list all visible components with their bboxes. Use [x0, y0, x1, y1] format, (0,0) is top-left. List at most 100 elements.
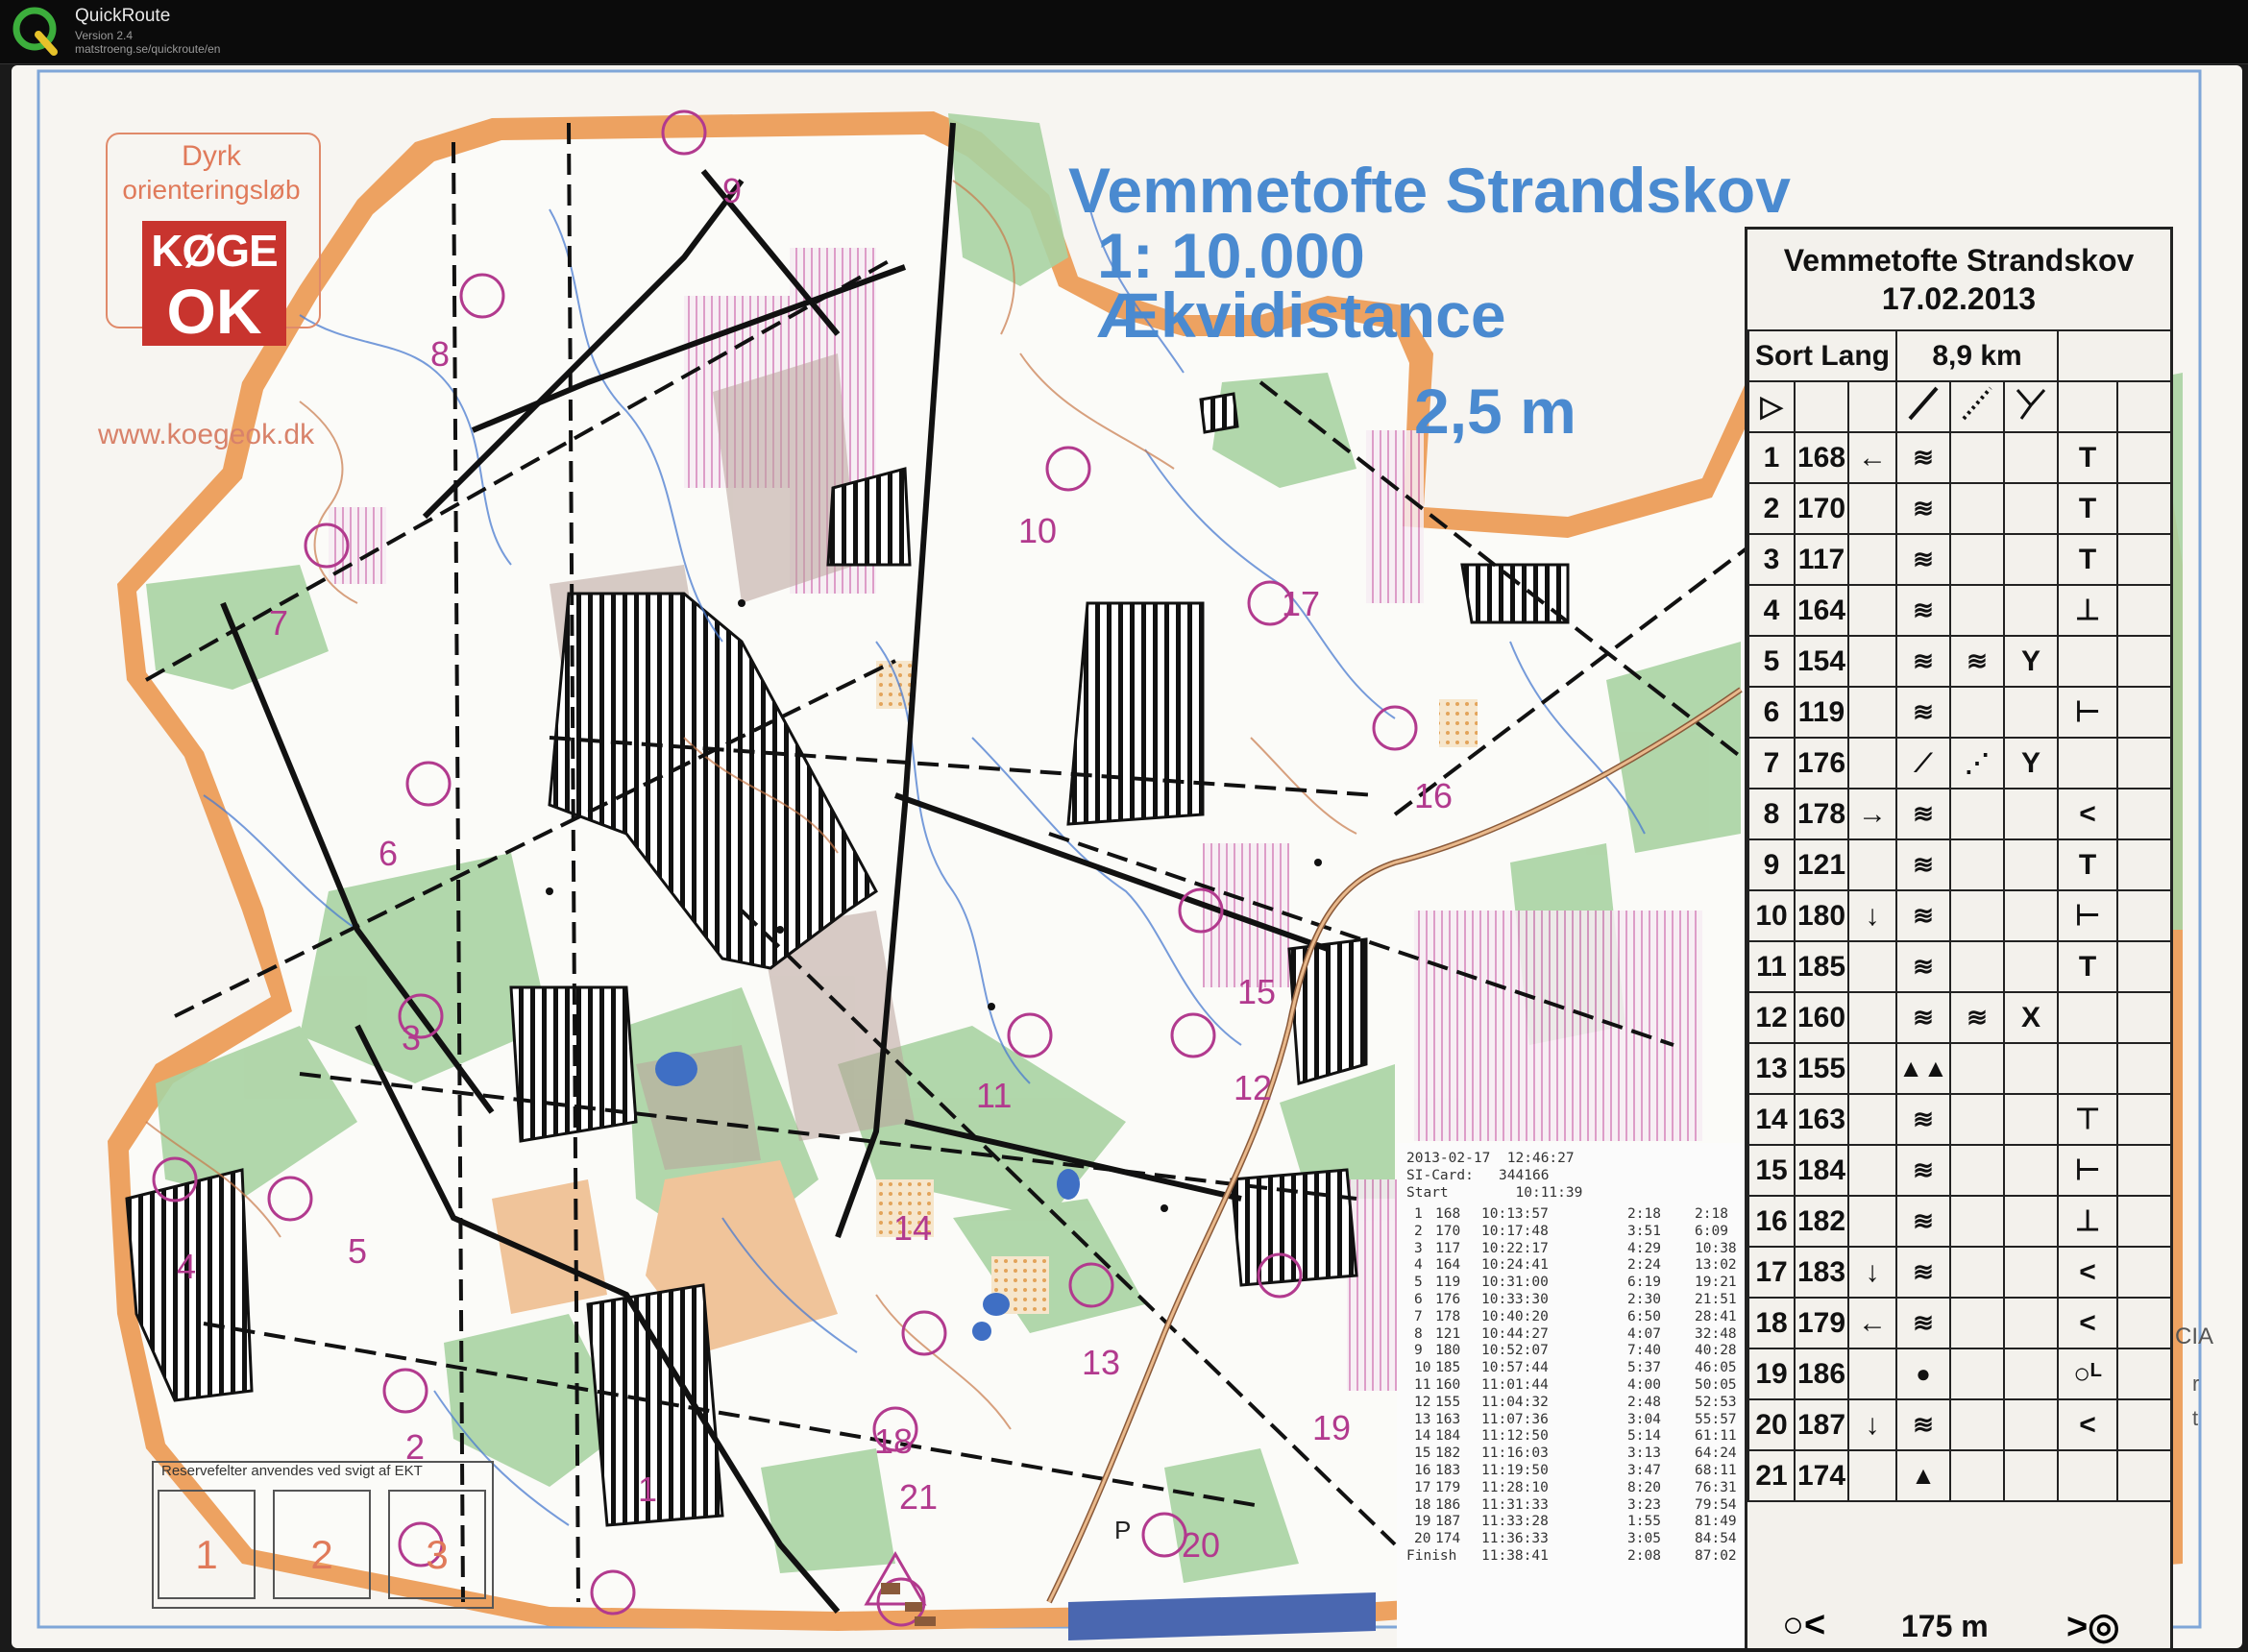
splits-row-number: 14	[1414, 1428, 1431, 1445]
splits-row-total: 10:38	[1695, 1240, 1737, 1256]
desc-control-code: 176	[1794, 737, 1849, 790]
desc-control-appearance: ⋰	[1949, 737, 2006, 790]
desc-control-row: 19 186 ● ○ᴸ	[1747, 1348, 2173, 1400]
desc-control-location: ○ᴸ	[2057, 1348, 2119, 1400]
desc-control-other	[2116, 482, 2173, 535]
splits-row-number: 18	[1414, 1496, 1431, 1513]
desc-start-cell	[1794, 380, 1849, 433]
splits-row-number: 11	[1414, 1377, 1431, 1393]
map-control-number: 7	[269, 603, 289, 643]
desc-start-junction-icon	[2003, 380, 2060, 433]
desc-control-number: 4	[1747, 584, 1796, 637]
desc-control-number: 1	[1747, 431, 1796, 484]
desc-control-appearance	[1949, 482, 2006, 535]
splits-row-total: 28:41	[1695, 1308, 1737, 1324]
splits-row-split: 6:50	[1627, 1308, 1661, 1324]
splits-row-split: 2:18	[1627, 1206, 1661, 1222]
splits-row: 13 163 11:07:36 3:04 55:57	[1406, 1412, 1743, 1429]
splits-row-number: 13	[1414, 1411, 1431, 1427]
desc-control-number: 10	[1747, 889, 1796, 942]
app-name: QuickRoute	[75, 6, 171, 26]
desc-start-dots-icon	[1949, 380, 2006, 433]
club-logo-name-top: KØGE	[151, 226, 278, 276]
desc-control-location	[2057, 635, 2119, 688]
desc-control-appearance	[1949, 1144, 2006, 1197]
quickroute-logo-icon	[12, 7, 58, 56]
desc-control-row: 18 179 ← ≋ <	[1747, 1297, 2173, 1349]
splits-row-number: 4	[1414, 1257, 1423, 1274]
splits-row-number: 19	[1414, 1514, 1431, 1530]
desc-control-appearance	[1949, 1042, 2006, 1095]
desc-control-feature: ≋	[1895, 482, 1952, 535]
splits-si-value: 344166	[1499, 1168, 1550, 1183]
desc-control-dimension: Y	[2003, 737, 2060, 790]
desc-control-which	[1846, 838, 1898, 891]
desc-control-dimension	[2003, 1093, 2060, 1146]
desc-control-which	[1846, 1348, 1898, 1400]
splits-row-split: 8:20	[1627, 1479, 1661, 1495]
splits-row-split: 4:00	[1627, 1377, 1661, 1393]
desc-control-location	[2057, 1449, 2119, 1502]
junction-icon	[2016, 388, 2046, 420]
splits-start-time: 10:11:39	[1515, 1185, 1583, 1201]
desc-control-which	[1846, 533, 1898, 586]
desc-control-number: 9	[1747, 838, 1796, 891]
splits-row: 17 179 11:28:10 8:20 76:31	[1406, 1480, 1743, 1497]
desc-control-appearance	[1949, 1246, 2006, 1299]
splits-row-split: 3:23	[1627, 1496, 1661, 1513]
desc-control-appearance	[1949, 584, 2006, 637]
app-titlebar: QuickRoute Version 2.4 matstroeng.se/qui…	[0, 0, 2248, 64]
desc-control-code: 160	[1794, 991, 1849, 1044]
desc-control-row: 21 174 ▲	[1747, 1449, 2173, 1502]
splits-row-total: 40:28	[1695, 1343, 1737, 1359]
splits-row: 18 186 11:31:33 3:23 79:54	[1406, 1497, 1743, 1515]
splits-row-split: 3:47	[1627, 1463, 1661, 1478]
desc-control-appearance	[1949, 1398, 2006, 1451]
splits-row-split: 2:24	[1627, 1257, 1661, 1274]
reserve-box-3-label: 3	[426, 1532, 449, 1577]
splits-row-total: 21:51	[1695, 1292, 1737, 1307]
map-control-number: 3	[402, 1018, 422, 1057]
desc-control-location: ⊥	[2057, 584, 2119, 637]
splits-printout: 2013-02-17 12:46:27 SI-Card: 344166 Star…	[1397, 1143, 1750, 1648]
desc-control-row: 13 155 ▲▲	[1747, 1042, 2173, 1095]
splits-row-code: 119	[1435, 1275, 1461, 1291]
splits-date: 2013-02-17	[1406, 1151, 1491, 1166]
desc-control-row: 2 170 ≋ T	[1747, 482, 2173, 535]
splits-start-label: Start	[1406, 1185, 1449, 1201]
desc-control-dimension	[2003, 940, 2060, 993]
splits-row-code: 184	[1435, 1428, 1461, 1445]
splits-row-total: 76:31	[1695, 1479, 1737, 1495]
splits-si-label: SI-Card:	[1406, 1168, 1474, 1183]
desc-control-dimension	[2003, 431, 2060, 484]
desc-control-feature: ≋	[1895, 889, 1952, 942]
splits-finish-total: 87:02	[1695, 1548, 1737, 1564]
club-logo-line1: Dyrk	[182, 140, 241, 172]
desc-control-dimension	[2003, 1398, 2060, 1451]
desc-control-other	[2116, 533, 2173, 586]
desc-control-location: T	[2057, 431, 2119, 484]
splits-row-time: 10:24:41	[1481, 1257, 1549, 1274]
desc-control-code: 155	[1794, 1042, 1849, 1095]
splits-row: 7 178 10:40:20 6:50 28:41	[1406, 1309, 1743, 1326]
desc-control-number: 19	[1747, 1348, 1796, 1400]
orienteering-map[interactable]: Dyrk orienteringsløb KØGE OK www.koegeok…	[12, 65, 2242, 1648]
desc-control-dimension: Y	[2003, 635, 2060, 688]
splits-row-total: 19:21	[1695, 1275, 1737, 1291]
desc-control-appearance	[1949, 788, 2006, 840]
desc-control-dimension	[2003, 482, 2060, 535]
splits-row-number: 10	[1414, 1360, 1431, 1376]
side-mark-t: t	[2192, 1406, 2199, 1430]
club-logo-line2: orienteringsløb	[122, 175, 301, 205]
splits-row-code: 182	[1435, 1446, 1461, 1462]
path-line-icon	[1908, 386, 1939, 420]
desc-control-other	[2116, 1246, 2173, 1299]
splits-row-time: 10:17:48	[1481, 1223, 1549, 1239]
splits-row-split: 3:04	[1627, 1411, 1661, 1427]
desc-control-code: 154	[1794, 635, 1849, 688]
desc-control-feature: ≋	[1895, 788, 1952, 840]
desc-control-appearance	[1949, 533, 2006, 586]
splits-row-code: 178	[1435, 1308, 1461, 1324]
desc-control-feature: ≋	[1895, 1398, 1952, 1451]
map-control-number: 15	[1237, 972, 1277, 1011]
